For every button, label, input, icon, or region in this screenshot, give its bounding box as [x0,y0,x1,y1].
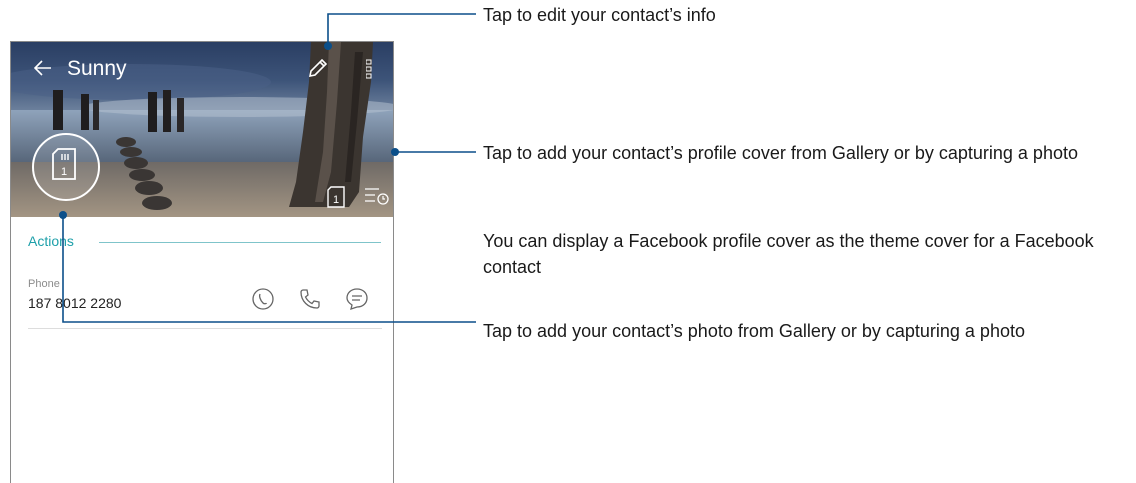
callout-facebook-cover: You can display a Facebook profile cover… [483,231,1094,277]
callout-contact-photo: Tap to add your contact’s photo from Gal… [483,321,1025,341]
callout-edit-info: Tap to edit your contact’s info [483,5,716,25]
callout-profile-cover: Tap to add your contact’s profile cover … [483,143,1078,163]
